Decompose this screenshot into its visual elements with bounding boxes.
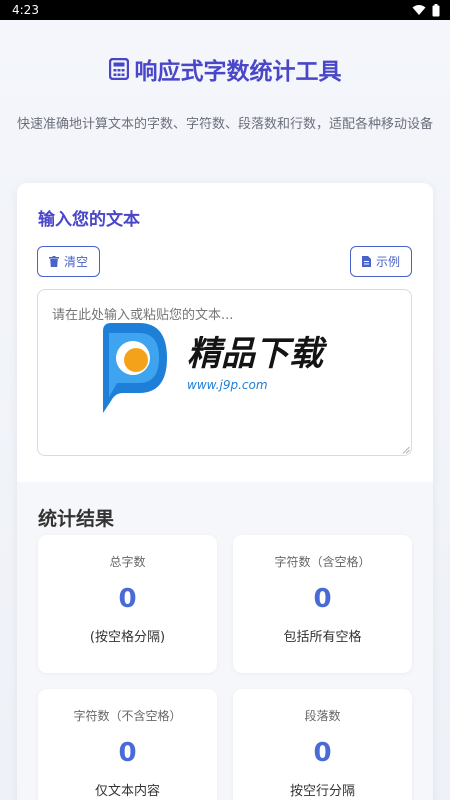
input-section-title: 输入您的文本: [38, 210, 140, 230]
stat-label: 段落数: [304, 709, 341, 723]
clear-button[interactable]: 清空: [37, 246, 100, 277]
stat-note: (按空格分隔): [89, 630, 166, 645]
battery-icon: [432, 3, 440, 16]
header: 响应式字数统计工具 快速准确地计算文本的字数、字符数、段落数和行数，适配各种移动…: [0, 52, 450, 136]
watermark-logo: 精品下载 www.j9p.com: [103, 323, 328, 413]
watermark: 精品下载 www.j9p.com: [95, 323, 355, 413]
stat-note: 包括所有空格: [283, 630, 362, 645]
example-button-label: 示例: [375, 255, 400, 269]
stat-label: 字符数（含空格）: [274, 555, 371, 569]
wifi-icon: [412, 5, 426, 15]
example-button[interactable]: 示例: [350, 246, 412, 277]
file-icon: [361, 256, 371, 267]
stat-label: 总字数: [109, 555, 146, 569]
status-icons: [412, 3, 440, 17]
stats-section: 统计结果 总字数 0 (按空格分隔) 字符数（含空格） 0 包括所有空格 字符数…: [17, 482, 433, 800]
trash-icon: [48, 256, 59, 267]
stat-value: 0: [118, 738, 137, 768]
stat-value: 0: [313, 738, 332, 768]
stat-value: 0: [313, 584, 332, 614]
page-subtitle: 快速准确地计算文本的字数、字符数、段落数和行数，适配各种移动设备: [16, 117, 433, 132]
watermark-url-text: www.j9p.com: [187, 378, 268, 392]
calculator-icon: [108, 58, 129, 80]
stat-note: 仅文本内容: [94, 784, 160, 799]
stat-card-total-words: 总字数 0 (按空格分隔): [38, 535, 217, 673]
status-time: 4:23: [12, 3, 39, 17]
stats-title: 统计结果: [38, 508, 115, 530]
stat-card-chars-no-spaces: 字符数（不含空格） 0 仅文本内容: [38, 689, 217, 800]
page-title: 响应式字数统计工具: [0, 52, 450, 86]
resize-handle-icon[interactable]: [402, 446, 410, 454]
stat-card-paragraphs: 段落数 0 按空行分隔: [233, 689, 412, 800]
stat-label: 字符数（不含空格）: [73, 709, 182, 723]
stat-card-chars-with-spaces: 字符数（含空格） 0 包括所有空格: [233, 535, 412, 673]
main-card: 输入您的文本 清空 示例 精品下载 www.j9p.com 统: [17, 183, 433, 800]
stat-note: 按空行分隔: [289, 784, 355, 799]
watermark-brand-text: 精品下载: [187, 334, 328, 374]
clear-button-label: 清空: [63, 255, 88, 269]
stat-value: 0: [118, 584, 137, 614]
status-bar: 4:23: [0, 0, 450, 20]
page-title-text: 响应式字数统计工具: [134, 59, 342, 85]
